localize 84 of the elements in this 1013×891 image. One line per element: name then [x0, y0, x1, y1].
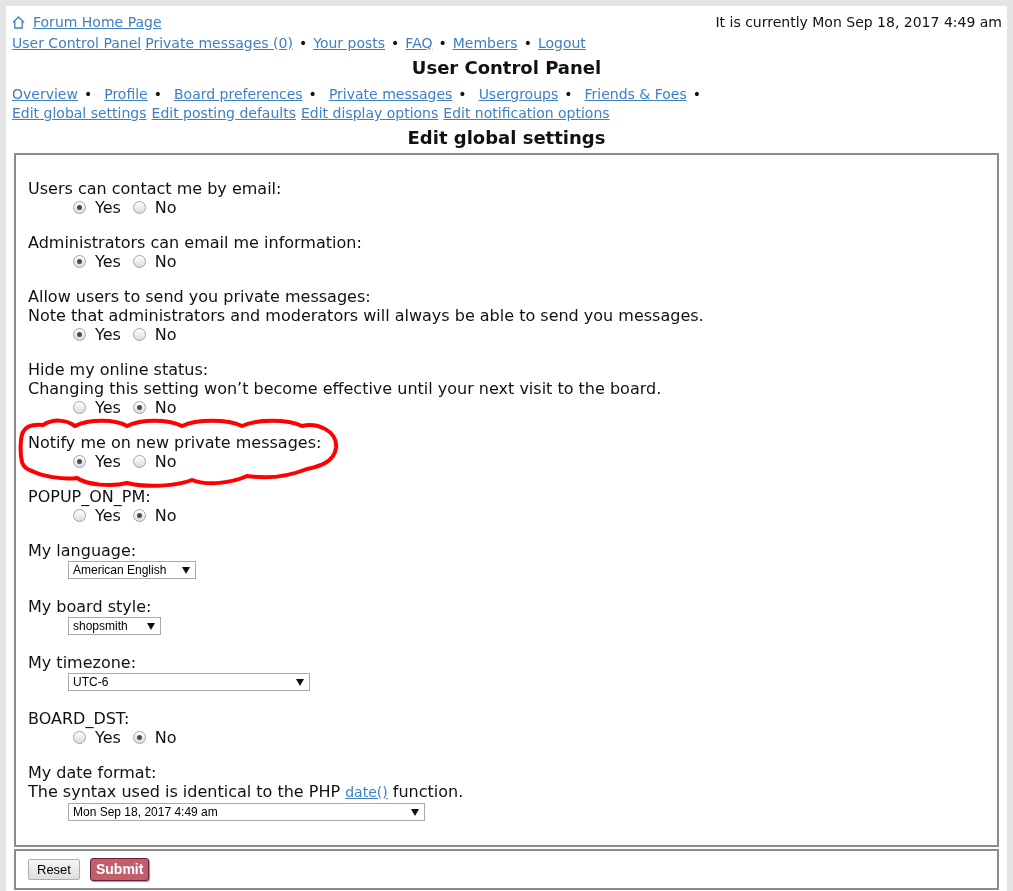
option-label: No	[154, 728, 177, 747]
setting-label: My date format:	[28, 763, 158, 782]
subtab-link[interactable]: Edit posting defaults	[151, 103, 296, 124]
radio-button[interactable]	[73, 401, 86, 414]
setting-label: Allow users to send you private messages:	[28, 287, 372, 306]
bullet-separator: •	[438, 33, 447, 53]
dropdown[interactable]: shopsmith	[68, 617, 161, 635]
radio-button[interactable]	[132, 455, 146, 468]
option-label: Yes	[95, 452, 121, 471]
bullet-separator: •	[523, 33, 532, 53]
option-label: Yes	[95, 398, 121, 417]
option-label: Yes	[95, 506, 121, 525]
setting-label: POPUP_ON_PM:	[28, 487, 152, 506]
radio-button[interactable]	[132, 328, 146, 341]
setting-label: Administrators can email me information:	[28, 233, 363, 252]
option-label: Yes	[95, 252, 121, 271]
setting-label: My timezone:	[28, 653, 138, 672]
dropdown[interactable]: UTC-6	[68, 673, 310, 691]
subtab-link[interactable]: Edit display options	[301, 103, 439, 124]
nav-link[interactable]: Your posts	[313, 32, 386, 54]
option-label: No	[154, 506, 177, 525]
subtab-link[interactable]: Edit global settings	[12, 103, 147, 124]
setting-note: Changing this setting won’t become effective until your next visit to the board.	[28, 379, 663, 398]
nav-link[interactable]: User Control Panel	[12, 32, 142, 54]
house-icon	[12, 15, 25, 29]
option-label: No	[154, 398, 177, 417]
option-label: Yes	[95, 325, 121, 344]
option-label: No	[154, 452, 177, 471]
setting-label: Notify me on new private messages:	[28, 433, 323, 452]
home-link[interactable]: Forum Home Page	[12, 11, 162, 33]
nav-link[interactable]: FAQ	[405, 32, 433, 54]
setting-note: Note that administrators and moderators will always be able to send you messages.	[28, 306, 705, 325]
section-title: Edit global settings	[407, 125, 606, 150]
page-title: User Control Panel	[411, 55, 602, 80]
nav-link[interactable]: Logout	[537, 32, 586, 54]
caret-icon	[182, 566, 190, 574]
tab-link[interactable]: Private messages	[328, 83, 453, 105]
caret-icon	[296, 678, 304, 686]
radio-button[interactable]	[132, 201, 146, 214]
reset-button[interactable]: Reset	[28, 859, 80, 880]
setting-label: Hide my online status:	[28, 360, 210, 379]
bullet-separator: •	[458, 84, 467, 104]
radio-button[interactable]	[73, 201, 86, 214]
tab-link[interactable]: Usergroups	[478, 83, 559, 105]
option-label: No	[154, 198, 177, 217]
bullet-separator: •	[298, 33, 308, 53]
radio-button[interactable]	[132, 401, 146, 414]
radio-button[interactable]	[73, 731, 86, 744]
dropdown[interactable]: Mon Sep 18, 2017 4:49 am	[68, 803, 425, 821]
radio-button[interactable]	[132, 731, 146, 744]
subtab-link[interactable]: Edit notification options	[443, 103, 610, 124]
tab-link[interactable]: Friends & Foes	[584, 83, 687, 105]
caret-icon	[147, 622, 155, 630]
bullet-separator: •	[692, 84, 701, 104]
nav-link[interactable]: Members	[452, 32, 518, 54]
setting-label: My board style:	[28, 597, 153, 616]
submit-button[interactable]: Submit	[89, 858, 150, 881]
option-label: Yes	[95, 728, 121, 747]
option-label: Yes	[95, 198, 121, 217]
radio-button[interactable]	[73, 328, 86, 341]
radio-button[interactable]	[73, 509, 86, 522]
nav-link[interactable]: Private messages (0)	[145, 32, 293, 54]
radio-button[interactable]	[132, 255, 146, 268]
help-link[interactable]: date()	[345, 784, 388, 800]
dropdown[interactable]: American English	[68, 561, 196, 579]
bullet-separator: •	[564, 84, 573, 104]
bullet-separator: •	[391, 33, 400, 53]
caret-icon	[411, 808, 419, 816]
current-time: It is currently Mon Sep 18, 2017 4:49 am	[715, 12, 1002, 32]
bullet-separator: •	[153, 84, 162, 104]
tab-link[interactable]: Overview	[12, 83, 78, 105]
option-label: No	[154, 325, 177, 344]
tab-link[interactable]: Board preferences	[174, 83, 303, 105]
setting-label: Users can contact me by email:	[28, 179, 283, 198]
radio-button[interactable]	[73, 455, 86, 468]
radio-button[interactable]	[73, 255, 86, 268]
setting-note: The syntax used is identical to the PHP date() function.	[28, 782, 465, 802]
radio-button[interactable]	[132, 509, 146, 522]
bullet-separator: •	[83, 84, 93, 104]
option-label: No	[154, 252, 177, 271]
bullet-separator: •	[308, 84, 317, 104]
setting-label: My language:	[28, 541, 138, 560]
tab-link[interactable]: Profile	[104, 83, 148, 105]
setting-label: BOARD_DST:	[28, 709, 131, 728]
